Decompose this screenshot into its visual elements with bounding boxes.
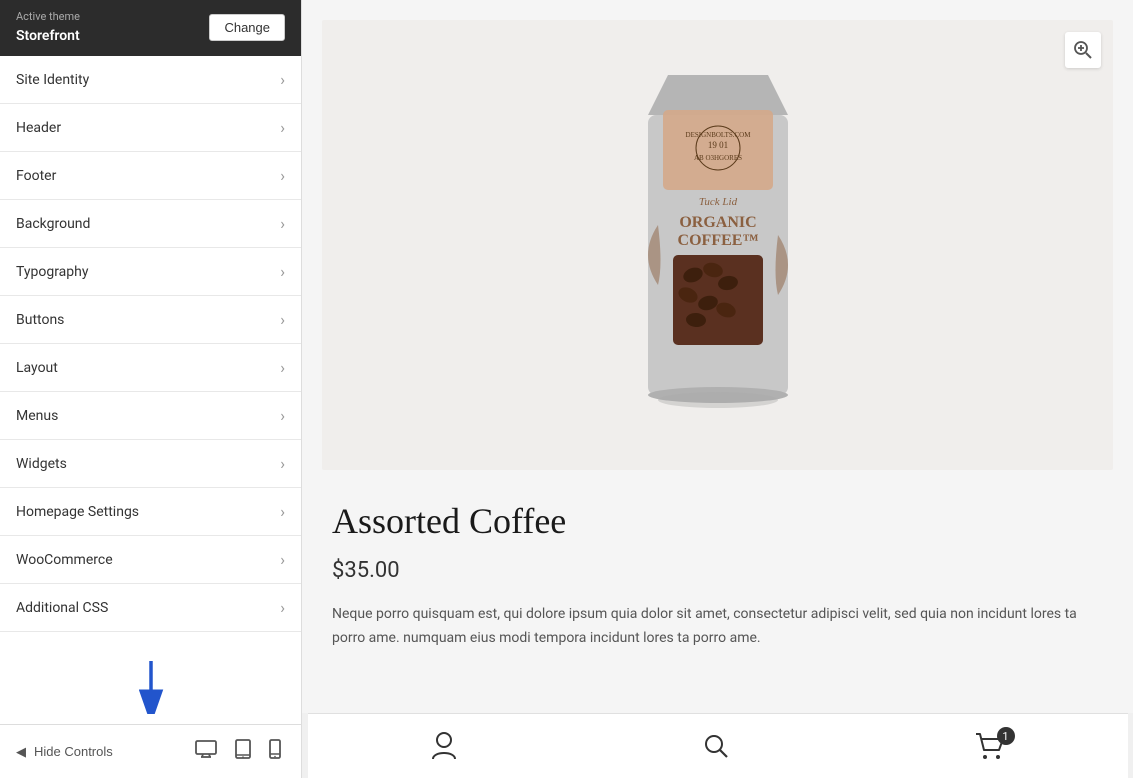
product-title: Assorted Coffee	[332, 500, 1103, 542]
svg-text:19 01: 19 01	[707, 140, 727, 150]
svg-text:Tuck Lid: Tuck Lid	[698, 196, 737, 208]
product-description: Neque porro quisquam est, qui dolore ips…	[332, 603, 1103, 651]
sidebar-item-typography[interactable]: Typography ›	[0, 248, 301, 296]
chevron-right-icon: ›	[280, 598, 285, 617]
main-content: DESIGNBOLTS.COM 19 01 AB O3HGORES Tuck L…	[302, 0, 1133, 778]
hide-controls-label: Hide Controls	[34, 744, 113, 759]
tablet-view-button[interactable]	[231, 737, 255, 766]
menu-item-label: Widgets	[16, 456, 67, 472]
sidebar-footer: ◀ Hide Controls	[0, 724, 301, 778]
svg-text:AB O3HGORES: AB O3HGORES	[693, 154, 741, 162]
sidebar-item-homepage-settings[interactable]: Homepage Settings ›	[0, 488, 301, 536]
sidebar-item-footer[interactable]: Footer ›	[0, 152, 301, 200]
chevron-right-icon: ›	[280, 214, 285, 233]
sidebar-item-site-identity[interactable]: Site Identity ›	[0, 56, 301, 104]
chevron-right-icon: ›	[280, 310, 285, 329]
menu-item-label: Site Identity	[16, 72, 89, 88]
zoom-icon	[1073, 40, 1093, 60]
product-details: Assorted Coffee $35.00 Neque porro quisq…	[322, 500, 1113, 651]
product-image: DESIGNBOLTS.COM 19 01 AB O3HGORES Tuck L…	[608, 55, 828, 435]
chevron-right-icon: ›	[280, 262, 285, 281]
arrow-down-indicator	[0, 639, 301, 724]
footer-icons	[191, 737, 285, 766]
menu-item-label: WooCommerce	[16, 552, 113, 568]
change-theme-button[interactable]: Change	[209, 14, 285, 41]
zoom-button[interactable]	[1065, 32, 1101, 68]
bottom-bar: 1	[308, 713, 1128, 778]
sidebar-bottom-section: ◀ Hide Controls	[0, 639, 301, 778]
sidebar-item-buttons[interactable]: Buttons ›	[0, 296, 301, 344]
menu-item-label: Layout	[16, 360, 58, 376]
sidebar-item-layout[interactable]: Layout ›	[0, 344, 301, 392]
chevron-right-icon: ›	[280, 550, 285, 569]
chevron-right-icon: ›	[280, 454, 285, 473]
sidebar-header: Active theme Storefront Change	[0, 0, 301, 56]
chevron-right-icon: ›	[280, 118, 285, 137]
sidebar-item-header[interactable]: Header ›	[0, 104, 301, 152]
tablet-icon	[235, 739, 251, 759]
sidebar-item-additional-css[interactable]: Additional CSS ›	[0, 584, 301, 632]
hide-arrow-icon: ◀	[16, 744, 26, 760]
menu-item-label: Menus	[16, 408, 58, 424]
sidebar-item-widgets[interactable]: Widgets ›	[0, 440, 301, 488]
menu-item-label: Header	[16, 120, 61, 136]
menu-item-label: Additional CSS	[16, 600, 108, 616]
theme-name: Storefront	[16, 28, 80, 44]
svg-text:DESIGNBOLTS.COM: DESIGNBOLTS.COM	[685, 131, 751, 139]
sidebar-menu: Site Identity › Header › Footer › Backgr…	[0, 56, 301, 639]
sidebar-item-background[interactable]: Background ›	[0, 200, 301, 248]
theme-info: Active theme Storefront	[16, 10, 80, 44]
mobile-view-button[interactable]	[265, 737, 285, 766]
chevron-right-icon: ›	[280, 70, 285, 89]
chevron-right-icon: ›	[280, 502, 285, 521]
active-theme-label: Active theme	[16, 10, 80, 23]
down-arrow-icon	[131, 659, 171, 714]
search-icon-button[interactable]	[703, 733, 729, 759]
preview-area: DESIGNBOLTS.COM 19 01 AB O3HGORES Tuck L…	[302, 0, 1133, 713]
user-icon	[431, 732, 457, 760]
menu-item-label: Typography	[16, 264, 88, 280]
svg-text:ORGANIC: ORGANIC	[679, 214, 756, 231]
product-image-container: DESIGNBOLTS.COM 19 01 AB O3HGORES Tuck L…	[322, 20, 1113, 470]
sidebar-item-woocommerce[interactable]: WooCommerce ›	[0, 536, 301, 584]
user-icon-button[interactable]	[431, 732, 457, 760]
chevron-right-icon: ›	[280, 166, 285, 185]
mobile-icon	[269, 739, 281, 759]
menu-item-label: Footer	[16, 168, 56, 184]
chevron-right-icon: ›	[280, 358, 285, 377]
sidebar-item-more[interactable]: More ›	[0, 632, 301, 639]
desktop-icon	[195, 740, 217, 758]
product-price: $35.00	[332, 558, 1103, 583]
search-icon	[703, 733, 729, 759]
menu-item-label: Buttons	[16, 312, 64, 328]
svg-text:COFFEE™: COFFEE™	[677, 232, 758, 249]
menu-item-label: Homepage Settings	[16, 504, 139, 520]
cart-icon-button[interactable]: 1	[975, 732, 1005, 760]
sidebar: Active theme Storefront Change Site Iden…	[0, 0, 302, 778]
menu-item-label: Background	[16, 216, 90, 232]
desktop-view-button[interactable]	[191, 737, 221, 766]
hide-controls-button[interactable]: ◀ Hide Controls	[16, 744, 113, 760]
cart-badge: 1	[997, 727, 1015, 745]
sidebar-item-menus[interactable]: Menus ›	[0, 392, 301, 440]
chevron-right-icon: ›	[280, 406, 285, 425]
